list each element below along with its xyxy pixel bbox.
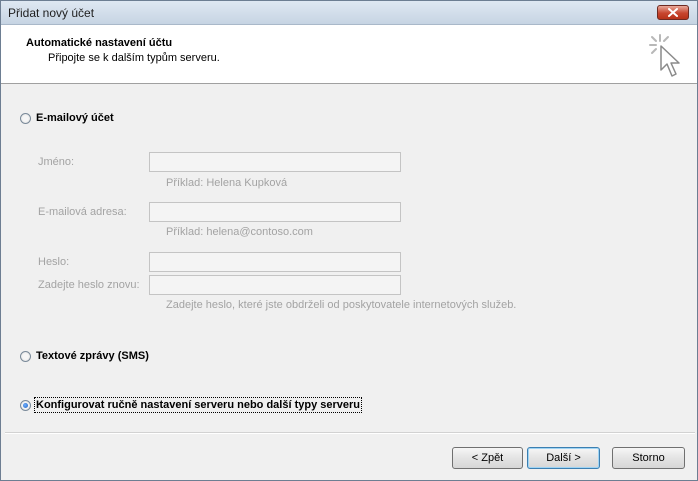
wizard-cursor-icon [649, 34, 680, 77]
name-hint: Příklad: Helena Kupková [166, 177, 288, 189]
manual-config-option[interactable]: Konfigurovat ručně nastavení serveru neb… [20, 397, 362, 413]
manual-config-radio[interactable] [20, 399, 31, 411]
back-button[interactable]: < Zpět [452, 447, 523, 469]
footer-divider [5, 432, 695, 434]
password-field[interactable] [149, 252, 401, 272]
wizard-header: Automatické nastavení účtu Připojte se k… [1, 25, 697, 84]
add-account-dialog: Přidat nový účet Automatické nastavení ú… [0, 0, 698, 481]
title-bar[interactable]: Přidat nový účet [1, 1, 697, 25]
email-hint: Příklad: helena@contoso.com [166, 226, 313, 238]
header-title: Automatické nastavení účtu [26, 37, 173, 49]
sms-option[interactable]: Textové zprávy (SMS) [20, 350, 149, 362]
cancel-button[interactable]: Storno [612, 447, 685, 469]
sms-radio[interactable] [20, 350, 31, 362]
email-label: E-mailová adresa: [38, 206, 127, 218]
password-label: Heslo: [38, 256, 70, 268]
email-field[interactable] [149, 202, 401, 222]
window-title: Přidat nový účet [8, 6, 95, 20]
password-confirm-field[interactable] [149, 275, 401, 295]
name-field[interactable] [149, 152, 401, 172]
email-account-label: E-mailový účet [36, 112, 114, 124]
close-button[interactable] [657, 5, 689, 20]
header-subtitle: Připojte se k dalším typům serveru. [48, 52, 220, 64]
password-hint: Zadejte heslo, které jste obdrželi od po… [166, 299, 517, 311]
name-label: Jméno: [38, 156, 75, 168]
email-account-radio[interactable] [20, 112, 31, 124]
password-confirm-label: Zadejte heslo znovu: [38, 279, 140, 291]
sms-label: Textové zprávy (SMS) [36, 350, 149, 362]
email-account-option[interactable]: E-mailový účet [20, 112, 114, 124]
manual-config-label: Konfigurovat ručně nastavení serveru neb… [34, 397, 362, 413]
close-icon [668, 8, 678, 17]
next-button[interactable]: Další > [527, 447, 600, 469]
